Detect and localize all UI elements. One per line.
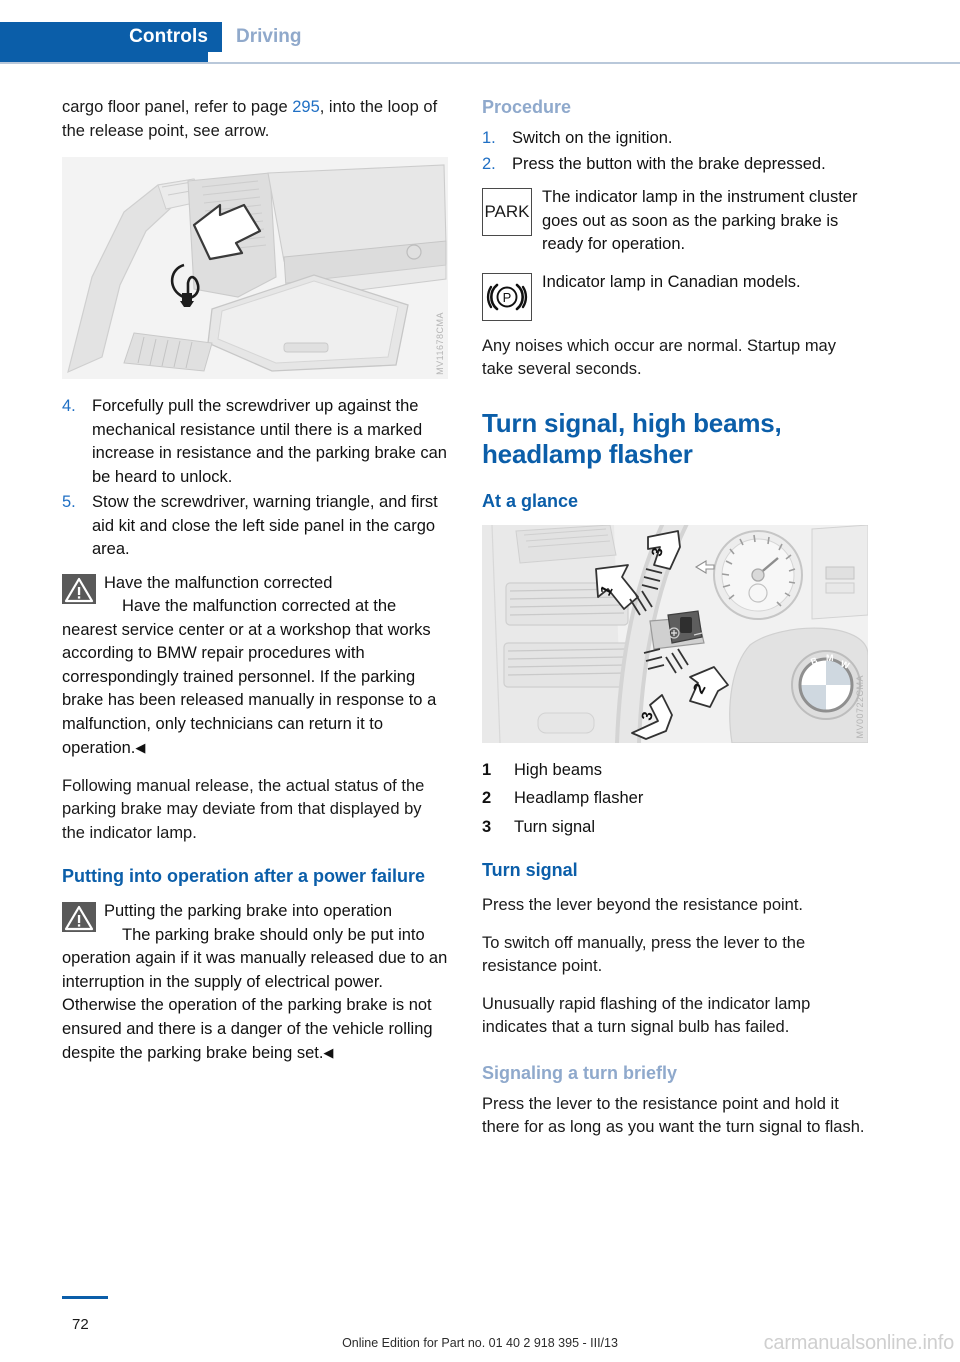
header-accent-bar: [0, 52, 208, 62]
warning-triangle-icon: [62, 573, 96, 604]
heading-signaling-briefly: Signaling a turn briefly: [482, 1062, 678, 1083]
step-number: 2.: [482, 154, 496, 173]
tab-controls[interactable]: Controls: [0, 22, 222, 52]
svg-text:M: M: [826, 653, 834, 663]
step-number: 1.: [482, 129, 496, 147]
legend-number: 3: [482, 817, 492, 836]
paragraph-signaling-briefly: Press the lever to the resistance point …: [482, 1094, 865, 1137]
legend-number: 1: [482, 760, 492, 779]
procedure-steps-left: 4. Forcefully pull the screwdriver up aga…: [62, 395, 448, 562]
warning-block-putting-into-operation: Putting the parking brake into operation…: [62, 900, 448, 1066]
svg-text:P: P: [503, 290, 512, 305]
list-item: 1 High beams: [482, 759, 868, 783]
warning-title: Putting the parking brake into operation: [104, 902, 393, 920]
intro-text-before: cargo floor panel, refer to page: [62, 98, 293, 116]
list-item: 2 Headlamp flasher: [482, 787, 868, 811]
lamp-description: Indicator lamp in Canadian models.: [542, 272, 801, 291]
legend-label: Headlamp flasher: [514, 789, 644, 807]
step-text: Stow the screwdriver, warning triangle, …: [92, 493, 438, 558]
legend-number: 2: [482, 789, 492, 807]
heading-procedure: Procedure: [482, 97, 572, 117]
intro-paragraph: cargo floor panel, refer to page 295, in…: [62, 96, 448, 143]
step-text: Switch on the ignition.: [512, 129, 673, 147]
tab-driving[interactable]: Driving: [222, 22, 316, 52]
step-text: Forcefully pull the screwdriver up again…: [92, 397, 447, 486]
warning-body: Have the malfunction corrected at the ne…: [62, 595, 448, 761]
warning-block-malfunction: Have the malfunction corrected Have the …: [62, 572, 448, 761]
heading-turn-signal: Turn signal: [482, 860, 578, 880]
heading-at-a-glance: At a glance: [482, 490, 579, 511]
figure-code-label: MV11678CMA: [435, 312, 445, 375]
cargo-area-figure: MV11678CMA: [62, 157, 448, 379]
warning-body-text: The parking brake should only be put int…: [62, 925, 448, 1063]
parking-brake-p-glyph: P: [486, 283, 528, 310]
end-marker: ◀: [323, 1045, 334, 1060]
end-marker: ◀: [135, 740, 146, 755]
park-indicator-icon: PARK: [482, 188, 532, 236]
figure-legend: 1 High beams 2 Headlamp flasher 3 Turn sign…: [482, 759, 868, 840]
paragraph-noises: Any noises which occur are normal. Start…: [482, 336, 836, 379]
figure-code-label: MV00722CMA: [855, 674, 865, 739]
parking-brake-p-icon: P: [482, 272, 532, 321]
warning-body: The parking brake should only be put int…: [62, 924, 448, 1066]
heading-power-failure: Putting into operation after a power fai…: [62, 866, 426, 886]
footer-accent-rule: [62, 1296, 108, 1299]
warning-title: Have the malfunction corrected: [104, 573, 333, 592]
legend-label: Turn signal: [514, 817, 596, 836]
list-item: 2. Press the button with the brake depres…: [482, 153, 868, 177]
warning-body-text: Have the malfunction corrected at the ne…: [62, 597, 437, 757]
right-column: Procedure 1. Switch on the ignition. 2. Pr…: [482, 96, 868, 1154]
page-footer: 72 Online Edition for Part no. 01 40 2 9…: [0, 1296, 960, 1362]
step-number: 4.: [62, 397, 76, 415]
page-reference-link[interactable]: 295: [292, 98, 320, 116]
header-tabs: Controls Driving: [0, 22, 316, 52]
list-item: 3 Turn signal: [482, 816, 868, 840]
park-indicator-label: PARK: [484, 202, 530, 222]
paragraph-switch-off: To switch off manually, press the lever …: [482, 933, 806, 976]
page-number: 72: [72, 1316, 89, 1333]
steering-column-illustration: B M W 1 3 3 2: [482, 524, 868, 743]
paragraph-after-warning: Following manual release, the actual sta…: [62, 776, 425, 842]
steering-column-figure: B M W 1 3 3 2 MV00722CMA: [482, 524, 868, 743]
paragraph-press-lever: Press the lever beyond the resistance po…: [482, 896, 804, 914]
heading-turn-signal-section: Turn signal, high beams, headlamp flashe…: [482, 407, 782, 469]
cargo-area-illustration: [62, 157, 448, 379]
list-item: 4. Forcefully pull the screwdriver up aga…: [62, 395, 448, 489]
lamp-description: The indicator lamp in the instrument clu…: [542, 188, 858, 253]
lamp-block-park: PARK The indicator lamp in the instrumen…: [482, 186, 868, 257]
step-text: Press the button with the brake depresse…: [512, 154, 826, 173]
legend-label: High beams: [514, 760, 603, 779]
page-header: Controls Driving: [0, 0, 960, 66]
header-divider: [0, 62, 960, 64]
paragraph-rapid-flashing: Unusually rapid flashing of the indicato…: [482, 994, 811, 1037]
procedure-steps-right: 1. Switch on the ignition. 2. Press the bu…: [482, 127, 868, 176]
list-item: 5. Stow the screwdriver, warning triangle…: [62, 491, 448, 562]
left-column: cargo floor panel, refer to page 295, in…: [62, 96, 448, 1080]
watermark: carmanualsonline.info: [763, 1332, 955, 1354]
step-number: 5.: [62, 493, 76, 511]
list-item: 1. Switch on the ignition.: [482, 127, 868, 151]
warning-triangle-icon: [62, 902, 96, 932]
lamp-block-canadian: P Indicator lamp in Canadian models.: [482, 271, 868, 321]
